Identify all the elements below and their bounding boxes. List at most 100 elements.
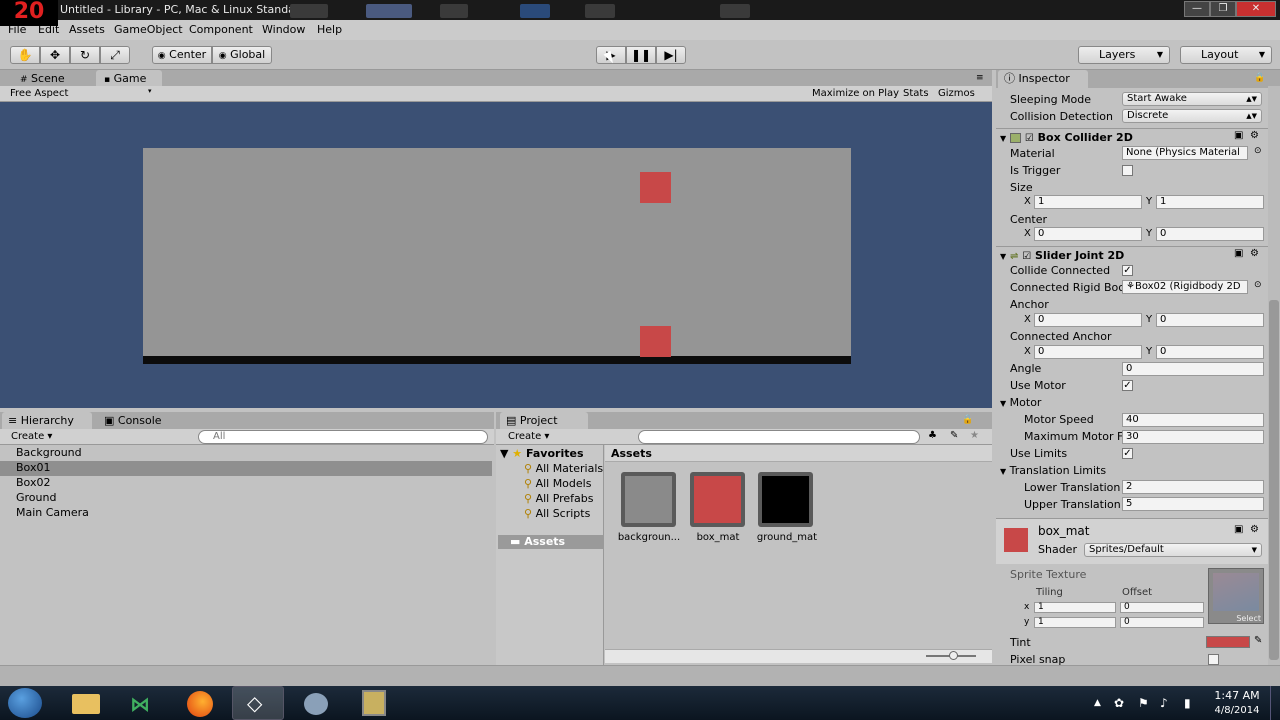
lower-translation-field[interactable]: 2 [1122,480,1264,494]
favorite-all-models[interactable]: ⚲ All Models [524,477,591,492]
app-icon[interactable] [348,686,400,720]
max-motor-force-field[interactable]: 30 [1122,430,1264,444]
rotate-tool-icon[interactable]: ↻ [70,46,100,64]
hierarchy-search-input[interactable]: All [198,430,488,444]
scrollbar-thumb[interactable] [1269,300,1279,660]
collision-detection-dropdown[interactable]: Discrete ▲▼ [1122,109,1262,123]
layers-dropdown[interactable]: Layers ▼ [1078,46,1170,64]
hierarchy-item-main-camera[interactable]: Main Camera [0,506,494,521]
motor-speed-field[interactable]: 40 [1122,413,1264,427]
filter-type-icon[interactable]: ♣ [928,430,937,441]
connected-anchor-y-field[interactable]: 0 [1156,345,1264,359]
clock-date[interactable]: 4/8/2014 [1212,705,1262,716]
favorite-all-scripts[interactable]: ⚲ All Scripts [524,507,590,522]
pivot-global-button[interactable]: ◉ Global [212,46,272,64]
box-collider-header[interactable]: ▼ ☑ Box Collider 2D [996,128,1268,146]
tiling-y-field[interactable]: 1 [1034,617,1116,628]
hierarchy-item-box01[interactable]: Box01 [0,461,492,476]
help-book-icon[interactable]: ▣ [1234,130,1243,141]
stats-toggle[interactable]: Stats [903,88,929,99]
size-y-field[interactable]: 1 [1156,195,1264,209]
maximize-on-play-toggle[interactable]: Maximize on Play [812,88,899,99]
scale-tool-icon[interactable]: ⤢ [100,46,130,64]
close-icon[interactable]: ✕ [1236,1,1276,17]
tray-icon[interactable]: ✿ [1114,696,1124,710]
file-explorer-icon[interactable] [60,686,112,720]
show-hidden-icons-icon[interactable]: ▲ [1094,698,1101,708]
menu-help[interactable]: Help [317,23,342,36]
is-trigger-checkbox[interactable] [1122,165,1133,176]
firefox-icon[interactable] [174,686,226,720]
translation-limits-foldout[interactable]: ▼ Translation Limits [1000,464,1106,477]
use-limits-checkbox[interactable]: ✓ [1122,448,1133,459]
object-picker-icon[interactable]: ⊙ [1254,280,1262,290]
unity-icon[interactable]: ◇ [232,686,284,720]
tab-project[interactable]: ▤ Project [500,412,588,430]
anchor-y-field[interactable]: 0 [1156,313,1264,327]
tab-console[interactable]: ▣ Console [102,412,182,430]
asset-thumb-background[interactable] [621,472,676,527]
gizmos-dropdown[interactable]: Gizmos [938,88,975,99]
favorite-star-icon[interactable]: ★ [970,430,979,441]
tab-hierarchy[interactable]: ≡ Hierarchy [2,412,92,430]
menu-window[interactable]: Window [262,23,305,36]
move-tool-icon[interactable]: ✥ [40,46,70,64]
menu-gameobject[interactable]: GameObject [114,23,183,36]
slider-handle[interactable] [949,651,958,660]
help-book-icon[interactable]: ▣ [1234,524,1243,535]
chevron-down-icon[interactable]: ▾ [148,87,152,95]
volume-icon[interactable]: ♪ [1160,696,1168,710]
hierarchy-item-ground[interactable]: Ground [0,491,494,506]
center-x-field[interactable]: 0 [1034,227,1142,241]
gear-icon[interactable]: ⚙ [1250,130,1259,141]
pause-button[interactable]: ❚❚ [626,46,656,64]
project-search-input[interactable] [638,430,920,444]
visual-studio-icon[interactable]: ⋈ [116,686,168,720]
assets-folder[interactable]: ▬ Assets [498,535,604,549]
help-book-icon[interactable]: ▣ [1234,248,1243,259]
material-field[interactable]: None (Physics Material [1122,146,1248,160]
offset-y-field[interactable]: 0 [1120,617,1204,628]
aspect-dropdown[interactable]: Free Aspect [10,88,68,99]
layout-dropdown[interactable]: Layout ▼ [1180,46,1272,64]
upper-translation-field[interactable]: 5 [1122,497,1264,511]
collide-connected-checkbox[interactable]: ✓ [1122,265,1133,276]
hierarchy-item-box02[interactable]: Box02 [0,476,494,491]
asset-thumb-box-mat[interactable] [690,472,745,527]
minimize-icon[interactable]: — [1184,1,1210,17]
tiling-x-field[interactable]: 1 [1034,602,1116,613]
menu-assets[interactable]: Assets [69,23,105,36]
center-y-field[interactable]: 0 [1156,227,1264,241]
motor-foldout[interactable]: ▼ Motor [1000,396,1041,409]
clock-time[interactable]: 1:47 AM [1212,689,1262,702]
show-desktop-button[interactable] [1270,686,1280,720]
object-picker-icon[interactable]: ⊙ [1254,146,1262,156]
gear-icon[interactable]: ⚙ [1250,524,1259,535]
action-center-icon[interactable]: ⚑ [1138,696,1149,710]
favorites-folder[interactable]: ▼ ★ Favorites [500,447,584,462]
hierarchy-item-background[interactable]: Background [0,446,494,461]
angle-field[interactable]: 0 [1122,362,1264,376]
panel-menu-icon[interactable]: ≡ [976,73,984,83]
app-icon[interactable] [290,686,342,720]
gear-icon[interactable]: ⚙ [1250,248,1259,259]
menu-component[interactable]: Component [189,23,253,36]
favorite-all-prefabs[interactable]: ⚲ All Prefabs [524,492,594,507]
step-button[interactable]: ▶| [656,46,686,64]
favorite-all-materials[interactable]: ⚲ All Materials [524,462,603,477]
lock-icon[interactable]: 🔒 [962,415,973,425]
pixel-snap-checkbox[interactable] [1208,654,1219,665]
anchor-x-field[interactable]: 0 [1034,313,1142,327]
size-x-field[interactable]: 1 [1034,195,1142,209]
texture-slot[interactable]: Select [1208,568,1264,624]
offset-x-field[interactable]: 0 [1120,602,1204,613]
shader-dropdown[interactable]: Sprites/Default ▼ [1084,543,1262,557]
network-icon[interactable]: ▮ [1184,696,1191,710]
windows-start-icon[interactable] [8,688,42,718]
hand-tool-icon[interactable]: ✋ [10,46,40,64]
texture-select-label[interactable]: Select [1236,614,1261,623]
filter-label-icon[interactable]: ✎ [950,430,958,441]
slider-joint-header[interactable]: ▼ ⇌ ☑ Slider Joint 2D [996,246,1268,264]
project-create-dropdown[interactable]: Create ▾ [508,431,549,442]
lock-icon[interactable]: 🔒 [1254,73,1265,83]
